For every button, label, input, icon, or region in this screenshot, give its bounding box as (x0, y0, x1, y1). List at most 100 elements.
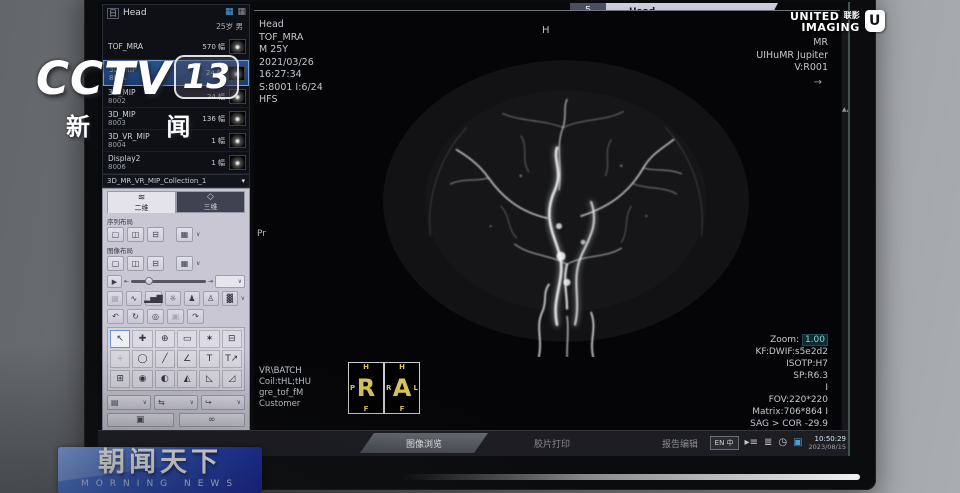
layout-hsplit-button[interactable]: ⊟ (147, 227, 164, 242)
save-state-dropdown[interactable]: ▤ ∨ (107, 395, 151, 410)
target-icon[interactable]: ◎ (147, 309, 164, 324)
power-icon[interactable]: ◷ (778, 437, 787, 449)
chevron-down-icon: ∨ (238, 278, 242, 285)
toolbox-icon[interactable]: ▣ (793, 437, 802, 449)
curve-icon[interactable]: ∿ (126, 291, 142, 306)
mra-brain-image (370, 55, 762, 357)
ellipse-tool[interactable]: ◯ (132, 350, 152, 368)
tab-image-browse[interactable]: 图像浏览 (360, 433, 488, 453)
crosshair-tool[interactable]: + (110, 350, 130, 368)
rotate-left-tool[interactable]: ◺ (199, 370, 219, 388)
layers-icon[interactable]: ≣ (764, 437, 772, 449)
body-marker-icon[interactable]: ♟ (184, 291, 200, 306)
chevron-down-icon[interactable]: ∨ (241, 295, 245, 302)
copy-icon[interactable]: ▣ (167, 309, 184, 324)
roi-rect-tool[interactable]: ▭ (177, 330, 197, 348)
cctv-wordmark: CCTV (36, 52, 172, 105)
layout-grid-button[interactable]: ▦ (176, 256, 193, 271)
patient-meta: 25岁 男 (103, 21, 249, 34)
cycle-icon[interactable]: ↻ (127, 309, 144, 324)
line-tool[interactable]: ╱ (155, 350, 175, 368)
invert-tool[interactable]: ◐ (155, 370, 175, 388)
flip-horizontal-tool[interactable]: ◭ (177, 370, 197, 388)
grid-view-icon[interactable]: ▦ (225, 7, 234, 17)
link-icon[interactable]: ▦ (107, 291, 123, 306)
series-item[interactable]: Display2 8006 1 幅 (103, 152, 249, 174)
save-icon: ▤ (111, 398, 119, 407)
image-layout-label: 图像布局 (107, 245, 245, 255)
tool-grid: ↖ ✚ ⊕ ▭ ✶ ⊟ + ◯ ╱ ∠ T T↗ ⊞ ◉ ◐ ◭ ◺ (107, 327, 245, 391)
delete-roi-tool[interactable]: ⊟ (222, 330, 242, 348)
probe-tool[interactable]: ◉ (132, 370, 152, 388)
skip-end-icon[interactable]: ⇥ (208, 278, 213, 285)
scroll-down-icon[interactable]: ▾ (241, 177, 245, 185)
cine-slider[interactable] (131, 280, 206, 283)
enhance-tool[interactable]: ✶ (199, 330, 219, 348)
viewport-scrollbar[interactable]: ▲▲ ▼▼ (842, 10, 850, 446)
channel-logo: CCTV13 新 闻 (36, 52, 239, 142)
histogram-icon[interactable]: ▂▅▇ (145, 291, 162, 306)
series-id: 8004 (108, 141, 211, 149)
collection-row[interactable]: 3D_MR_VR_MIP_Collection_1 ▾ (103, 174, 249, 187)
image-info-bottom-left: VR\BATCH Coil:tHL;tHU gre_tof_fM Custome… (259, 366, 311, 410)
angle-tool[interactable]: ∠ (177, 350, 197, 368)
cine-speed-dropdown[interactable]: ∨ (215, 275, 245, 288)
brand-line2: IMAGING (801, 21, 859, 34)
image-info-top-left: Head TOF_MRA M 25Y 2021/03/26 16:27:34 S… (259, 19, 323, 107)
review-button[interactable]: ∞ (179, 413, 246, 427)
zoom-value[interactable]: 1.00 (802, 334, 828, 346)
list-view-icon[interactable]: ▦ (237, 7, 246, 17)
orientation-box-a: H R A L F (384, 362, 420, 414)
channel-number: 13 (174, 55, 239, 99)
send-dropdown[interactable]: ↪ ∨ (201, 395, 245, 410)
cursor-tool[interactable]: ↖ (110, 330, 130, 348)
image-viewport[interactable]: H Pr Head TOF_MRA M 25Y 2021/03/26 16:27… (254, 10, 840, 446)
image-info-top-right: MR UIHuMR Jupiter V:R001 (756, 37, 828, 75)
chevron-down-icon[interactable]: ∨ (196, 231, 200, 238)
rotate-right-tool[interactable]: ◿ (222, 370, 242, 388)
zoom-tool[interactable]: ⊕ (155, 330, 175, 348)
layout-grid-button[interactable]: ▦ (176, 227, 193, 242)
image-info-bottom-right: Zoom: 1.00 KF:DWIF:s5e2d2 ISOTP:H7 SP:R6… (721, 334, 828, 442)
pan-tool[interactable]: ✚ (132, 330, 152, 348)
skip-start-icon[interactable]: ⇤ (124, 278, 129, 285)
cube-icon: ◇ (207, 192, 214, 202)
text-arrow-tool[interactable]: T↗ (222, 350, 242, 368)
series-name: TOF_MRA (108, 42, 202, 51)
series-thumbnail[interactable] (229, 155, 246, 170)
orientation-marker-top: H (542, 25, 550, 36)
tab-film-print[interactable]: 胶片打印 (488, 433, 616, 453)
layout-vsplit-button[interactable]: ◫ (127, 227, 144, 242)
brand-cn: 联影 (844, 11, 860, 20)
layout-vsplit-button[interactable]: ◫ (127, 256, 144, 271)
series-id: 8006 (108, 163, 211, 171)
language-toggle[interactable]: EN 中 (710, 436, 739, 450)
chevron-down-icon: ∨ (143, 399, 147, 406)
text-tool[interactable]: T (199, 350, 219, 368)
transfer-icon: ⇆ (158, 398, 165, 407)
layout-single-button[interactable]: ▢ (107, 227, 124, 242)
chevron-down-icon[interactable]: ∨ (196, 260, 200, 267)
broadcast-frame: 日 Head ▦ ▦ 25岁 男 TOF_MRA 570 幅 (0, 0, 960, 493)
rotate-icon[interactable]: ↷ (187, 309, 204, 324)
magnify-box-tool[interactable]: ⊞ (110, 370, 130, 388)
series-count: 1 幅 (211, 158, 225, 168)
orientation-box-r: H P R F (348, 362, 384, 414)
layout-hsplit-button[interactable]: ⊟ (147, 256, 164, 271)
capture-button[interactable]: ▣ (107, 413, 174, 427)
play-button[interactable]: ▶ (107, 275, 122, 288)
sync-icon[interactable]: ☼ (165, 291, 181, 306)
transfer-dropdown[interactable]: ⇆ ∨ (154, 395, 198, 410)
program-logo: 朝闻天下 MORNING NEWS (58, 447, 262, 493)
united-imaging-shield-icon: U (865, 10, 885, 32)
tab-3d[interactable]: ◇ 三维 (176, 191, 245, 213)
queue-icon[interactable]: ▸≡ (745, 437, 758, 449)
undo-icon[interactable]: ↶ (107, 309, 124, 324)
layout-single-button[interactable]: ▢ (107, 256, 124, 271)
zoom-label: Zoom: (770, 335, 799, 345)
scroll-up-icon[interactable]: ▲▲ (842, 106, 850, 113)
body-range-icon[interactable]: ♙ (203, 291, 219, 306)
colormap-swatch[interactable]: ▓ (222, 291, 238, 306)
tab-2d[interactable]: ≋ 二维 (107, 191, 176, 213)
slider-knob[interactable] (145, 277, 153, 285)
